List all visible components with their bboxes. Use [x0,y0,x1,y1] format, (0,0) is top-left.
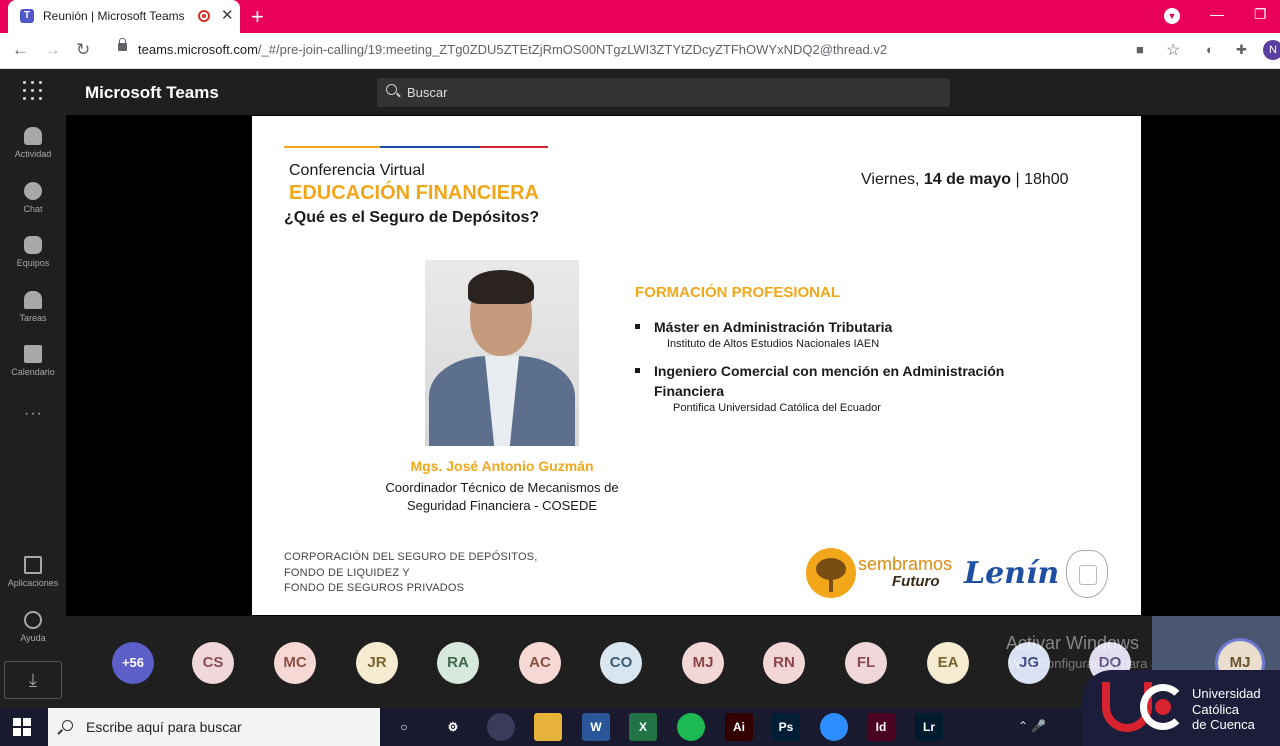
rail-item-calendar[interactable]: Calendario [0,345,66,377]
browser-tab[interactable]: T Reunión | Microsoft Teams ✕ [8,0,240,33]
illustrator-icon[interactable]: Ai [725,713,753,741]
speaker-name: Mgs. José Antonio Guzmán [410,458,594,474]
shared-slide: Conferencia Virtual EDUCACIÓN FINANCIERA… [252,116,1141,615]
bullet-icon [635,324,640,329]
windows-activation-watermark: Activar Windows [1006,633,1140,653]
taskbar-search-input[interactable]: Escribe aquí para buscar [48,708,380,746]
slide-conference-label: Conferencia Virtual [289,162,425,179]
rail-item-chat[interactable]: Chat [0,182,66,214]
tree-logo-icon [806,548,856,598]
speaker-role: Coordinador Técnico de Mecanismos de Segu… [385,480,619,513]
slide-title: EDUCACIÓN FINANCIERA [289,182,539,204]
ecuador-seal-icon [1066,550,1108,598]
address-bar: ← → ↻ teams.microsoft.com/_#/pre-join-ca… [0,33,1280,69]
reload-icon[interactable]: ↻ [76,40,90,60]
new-tab-button[interactable]: + [251,4,264,30]
overflow-participants-button[interactable]: +56 [112,642,154,684]
calendar-icon [24,345,42,363]
windows-start-icon[interactable] [13,718,31,736]
word-icon[interactable]: W [582,713,610,741]
participant-avatar[interactable]: CS [192,642,234,684]
cortana-icon[interactable]: ○ [390,713,418,741]
url-path: /_#/pre-join-calling/19:meeting_ZTg0ZDU5… [257,42,888,57]
corporation-logo-text: CORPORACIÓN DEL SEGURO DE DEPÓSITOS, FOND… [284,551,538,594]
bell-icon [24,127,42,145]
restore-icon[interactable]: ❐ [1254,6,1267,23]
bullet-icon [635,368,640,373]
degree-1: Máster en Administración Tributaria [654,319,893,335]
excel-icon[interactable]: X [629,713,657,741]
puzzle-icon[interactable]: ✚ [1236,42,1247,58]
url-field[interactable]: teams.microsoft.com/_#/pre-join-calling/… [110,37,1190,64]
rail-item-teams[interactable]: Equipos [0,236,66,268]
back-icon[interactable]: ← [12,40,29,60]
rail-item-apps[interactable]: Aplicaciones [0,556,66,588]
download-icon[interactable]: ⤓ [4,661,62,699]
slide-date: Viernes, 14 de mayo | 18h00 [861,171,1069,188]
search-icon [386,84,397,95]
bookmark-star-icon[interactable]: ☆ [1166,40,1180,60]
university-name: Universidad Católica de Cuenca [1192,686,1261,732]
rail-item-tasks[interactable]: Tareas [0,291,66,323]
apps-icon [24,556,42,574]
participant-avatar[interactable]: EA [927,642,969,684]
rail-item-help[interactable]: Ayuda [0,611,66,643]
slide-stripe-yellow [284,146,380,148]
university-logo: Universidad Católica de Cuenca [1082,670,1280,746]
spotify-icon[interactable] [677,713,705,741]
institution-2: Pontifica Universidad Católica del Ecuad… [673,402,881,414]
help-icon [24,611,42,629]
photoshop-icon[interactable]: Ps [772,713,800,741]
speaker-photo [425,260,579,446]
explorer-icon[interactable] [534,713,562,741]
search-input[interactable]: Buscar [377,78,950,107]
lenin-signature-logo: Lenín [964,556,1060,591]
slide-question: ¿Qué es el Seguro de Depósitos? [284,209,540,226]
indesign-icon[interactable]: Id [867,713,895,741]
camera-icon[interactable]: ■ [1136,42,1144,57]
tab-close-icon[interactable]: ✕ [221,6,234,24]
slide-stripe-red [480,146,548,148]
app-launcher-icon[interactable] [23,81,43,101]
profile-avatar[interactable]: N [1263,40,1280,60]
forward-icon[interactable]: → [44,40,61,60]
participant-avatar[interactable]: AC [519,642,561,684]
chat-icon [24,182,42,200]
search-placeholder: Buscar [407,85,448,100]
extension-icon[interactable]: ◐ [1206,42,1214,57]
system-tray[interactable]: ⌃ 🎤 [1018,719,1046,733]
sembramos-logo: sembramos [858,554,953,574]
taskbar-search-placeholder: Escribe aquí para buscar [86,719,242,735]
futuro-logo: Futuro [892,573,940,590]
participant-avatar[interactable]: MC [274,642,316,684]
recording-icon [198,10,210,22]
url-host: teams.microsoft.com [138,42,258,57]
participant-avatar[interactable]: FL [845,642,887,684]
settings-icon[interactable]: ⚙ [439,713,467,741]
formation-heading: FORMACIÓN PROFESIONAL [635,284,840,301]
degree-2: Ingeniero Comercial con mención en Admin… [654,363,1005,399]
tasks-icon [24,291,42,309]
participant-avatar[interactable]: RN [763,642,805,684]
slide-stripe-blue [380,146,480,148]
participant-avatar[interactable]: CO [600,642,642,684]
participant-avatar[interactable]: RA [437,642,479,684]
lock-icon [118,38,127,51]
rail-item-activity[interactable]: Actividad [0,127,66,159]
tab-search-icon[interactable]: ▼ [1164,8,1180,24]
minimize-icon[interactable]: — [1210,6,1224,22]
institution-1: Instituto de Altos Estudios Nacionales I… [667,338,880,350]
teams-icon [24,236,42,254]
app-title: Microsoft Teams [85,83,219,102]
tab-title: Reunión | Microsoft Teams [43,9,185,23]
more-apps-icon[interactable]: ··· [24,405,43,423]
chrome-icon[interactable] [487,713,515,741]
lightroom-icon[interactable]: Lr [915,713,943,741]
zoom-icon[interactable] [820,713,848,741]
taskbar-search-icon [62,720,73,731]
participant-avatar[interactable]: MJ [682,642,724,684]
participant-avatar[interactable]: JR [356,642,398,684]
teams-favicon-icon: T [20,9,34,23]
